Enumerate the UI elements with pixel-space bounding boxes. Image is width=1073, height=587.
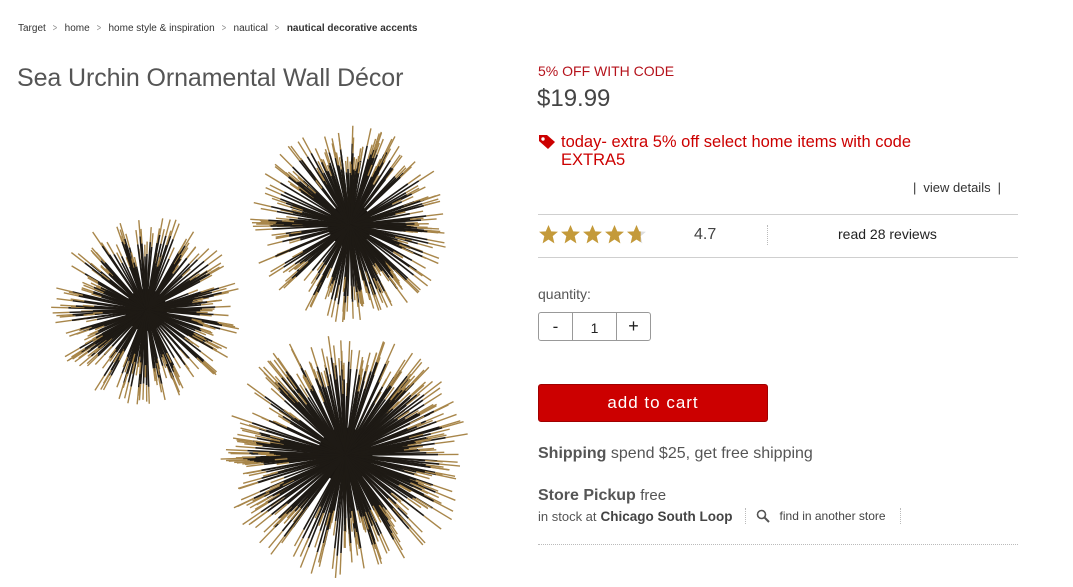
star-rating xyxy=(538,224,647,245)
store-pickup-label: Store Pickup xyxy=(538,487,636,504)
quantity-label: quantity: xyxy=(538,286,591,302)
divider xyxy=(538,544,1018,545)
star-icon xyxy=(583,225,602,244)
offer-text: today- extra 5% off select home items wi… xyxy=(561,133,912,151)
search-icon[interactable] xyxy=(756,509,770,523)
quantity-stepper: - + xyxy=(538,312,651,341)
breadcrumb-nautical[interactable]: nautical xyxy=(234,23,268,34)
stock-info: in stock at Chicago South Loop find in a… xyxy=(538,508,901,524)
chevron-right-icon: > xyxy=(96,23,101,34)
stock-prefix: in stock at xyxy=(538,508,597,524)
view-details: | view details | xyxy=(913,180,1001,195)
breadcrumb-home[interactable]: home xyxy=(65,23,90,34)
breadcrumb: Target > home > home style & inspiration… xyxy=(18,23,417,34)
offer-code: EXTRA5 xyxy=(561,151,626,169)
chevron-right-icon: > xyxy=(274,23,280,34)
store-pickup-free: free xyxy=(640,487,667,504)
product-title: Sea Urchin Ornamental Wall Décor xyxy=(17,64,404,92)
quantity-increase-button[interactable]: + xyxy=(616,313,650,340)
chevron-right-icon: > xyxy=(221,23,226,34)
divider xyxy=(538,214,1018,215)
star-icon xyxy=(561,225,580,244)
shipping-text: spend $25, get free shipping xyxy=(610,445,813,462)
star-partial-icon xyxy=(627,225,646,244)
quantity-input[interactable] xyxy=(573,313,616,340)
sea-urchin-small-left xyxy=(51,218,240,405)
star-icon xyxy=(539,225,558,244)
offer-promo[interactable]: today- extra 5% off select home items wi… xyxy=(538,133,968,169)
shipping-info: Shipping spend $25, get free shipping xyxy=(538,445,813,463)
shipping-label: Shipping xyxy=(538,445,607,462)
product-price: $19.99 xyxy=(537,85,611,112)
divider xyxy=(538,257,1018,258)
add-to-cart-button[interactable]: add to cart xyxy=(538,384,768,422)
store-name-link[interactable]: Chicago South Loop xyxy=(601,509,733,524)
divider xyxy=(767,225,768,245)
divider xyxy=(899,508,901,524)
sea-urchin-large-bottom xyxy=(220,336,468,578)
breadcrumb-current: nautical decorative accents xyxy=(286,23,418,34)
product-image[interactable] xyxy=(40,120,480,585)
store-pickup-info: Store Pickup free xyxy=(538,487,666,505)
view-details-link[interactable]: view details xyxy=(923,180,990,195)
breadcrumb-target[interactable]: Target xyxy=(18,23,46,34)
find-another-store-link[interactable]: find in another store xyxy=(780,509,886,523)
breadcrumb-home-style[interactable]: home style & inspiration xyxy=(109,23,215,34)
sea-urchin-medium-top xyxy=(250,125,446,323)
chevron-right-icon: > xyxy=(52,23,57,34)
price-tag-icon xyxy=(539,135,555,149)
read-reviews-link[interactable]: read 28 reviews xyxy=(838,226,937,242)
divider xyxy=(744,508,746,524)
quantity-decrease-button[interactable]: - xyxy=(539,313,573,340)
rating-value: 4.7 xyxy=(694,226,717,243)
promo-code-label: 5% OFF WITH CODE xyxy=(538,63,675,79)
star-icon xyxy=(605,225,624,244)
